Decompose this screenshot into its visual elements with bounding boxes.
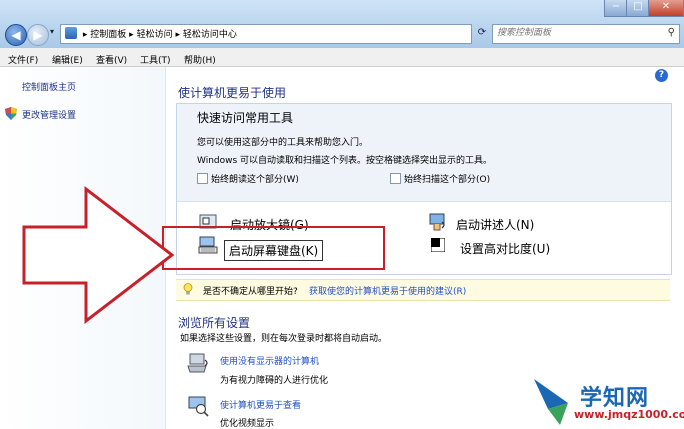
set-high-contrast-link[interactable]: 设置高对比度(U)	[460, 240, 550, 257]
quick-access-title: 快速访问常用工具	[197, 111, 294, 125]
search-icon[interactable]: ⚲	[668, 27, 675, 38]
breadcrumb-control-panel[interactable]: 控制面板	[90, 30, 126, 40]
history-dropdown-icon[interactable]: ▾	[50, 27, 54, 36]
back-button[interactable]: ◀	[5, 24, 27, 46]
use-computer-without-display-description: 为有视力障碍的人进行优化	[220, 376, 329, 386]
menu-help[interactable]: 帮助(H)	[184, 53, 216, 66]
menu-file[interactable]: 文件(F)	[8, 53, 38, 66]
sidebar-item-control-panel-home[interactable]: 控制面板主页	[22, 80, 76, 93]
address-bar[interactable]: ▸ 控制面板 ▸ 轻松访问 ▸ 轻松访问中心	[60, 24, 472, 44]
optimize-video-display-description: 优化视频显示	[220, 419, 275, 429]
always-read-label[interactable]: 始终朗读这个部分(W)	[211, 172, 299, 185]
refresh-button[interactable]: ⟳	[475, 24, 489, 42]
address-separator: ▸	[175, 30, 180, 40]
maximize-button[interactable]: □	[626, 0, 650, 17]
breadcrumb-ease-of-access[interactable]: 轻松访问	[137, 30, 173, 40]
shield-icon	[5, 107, 17, 120]
menu-tools[interactable]: 工具(T)	[140, 53, 171, 66]
narrator-icon[interactable]	[428, 212, 448, 232]
make-computer-easier-to-see-icon[interactable]	[186, 395, 210, 417]
get-recommendations-link[interactable]: 获取使您的计算机更易于使用的建议(R)	[309, 284, 466, 297]
make-computer-easier-to-see-link[interactable]: 使计算机更易于查看	[220, 398, 301, 411]
lightbulb-icon	[183, 283, 193, 295]
search-box[interactable]: ⚲	[492, 24, 680, 44]
quick-access-description: 您可以使用这部分中的工具来帮助您入门。	[197, 138, 369, 148]
address-separator: ▸	[82, 30, 88, 40]
high-contrast-icon[interactable]	[431, 238, 445, 252]
sidebar-item-change-admin-settings[interactable]: 更改管理设置	[22, 108, 76, 121]
address-separator: ▸	[129, 30, 134, 40]
menu-view[interactable]: 查看(V)	[96, 53, 127, 66]
start-narrator-link[interactable]: 启动讲述人(N)	[456, 216, 534, 233]
close-button[interactable]: ✕	[648, 0, 684, 17]
always-scan-checkbox[interactable]	[390, 173, 401, 184]
minimize-button[interactable]: −	[604, 0, 628, 17]
search-input[interactable]	[493, 25, 657, 41]
menu-edit[interactable]: 编辑(E)	[52, 53, 83, 66]
browse-settings-title: 浏览所有设置	[178, 316, 251, 330]
tip-text: 是否不确定从哪里开始?	[203, 287, 298, 297]
help-icon[interactable]: ?	[655, 69, 668, 82]
pointer-arrow-icon	[22, 185, 175, 325]
control-panel-icon	[65, 27, 77, 39]
always-read-checkbox[interactable]	[197, 173, 208, 184]
quick-access-scan-description: Windows 可以自动读取和扫描这个列表。按空格键选择突出显示的工具。	[197, 156, 493, 166]
computer-without-display-icon[interactable]	[186, 352, 210, 374]
forward-button[interactable]: ▶	[27, 24, 49, 46]
browse-settings-description: 如果选择这些设置，则在每次登录时都将自动启动。	[180, 334, 388, 344]
use-computer-without-display-link[interactable]: 使用没有显示器的计算机	[220, 354, 319, 367]
page-title: 使计算机更易于使用	[178, 86, 287, 100]
highlight-box	[162, 226, 385, 270]
breadcrumb-ease-of-access-center[interactable]: 轻松访问中心	[183, 30, 237, 40]
watermark-url: www.jmqz1000.com	[574, 408, 684, 421]
always-scan-label[interactable]: 始终扫描这个部分(O)	[404, 172, 490, 185]
